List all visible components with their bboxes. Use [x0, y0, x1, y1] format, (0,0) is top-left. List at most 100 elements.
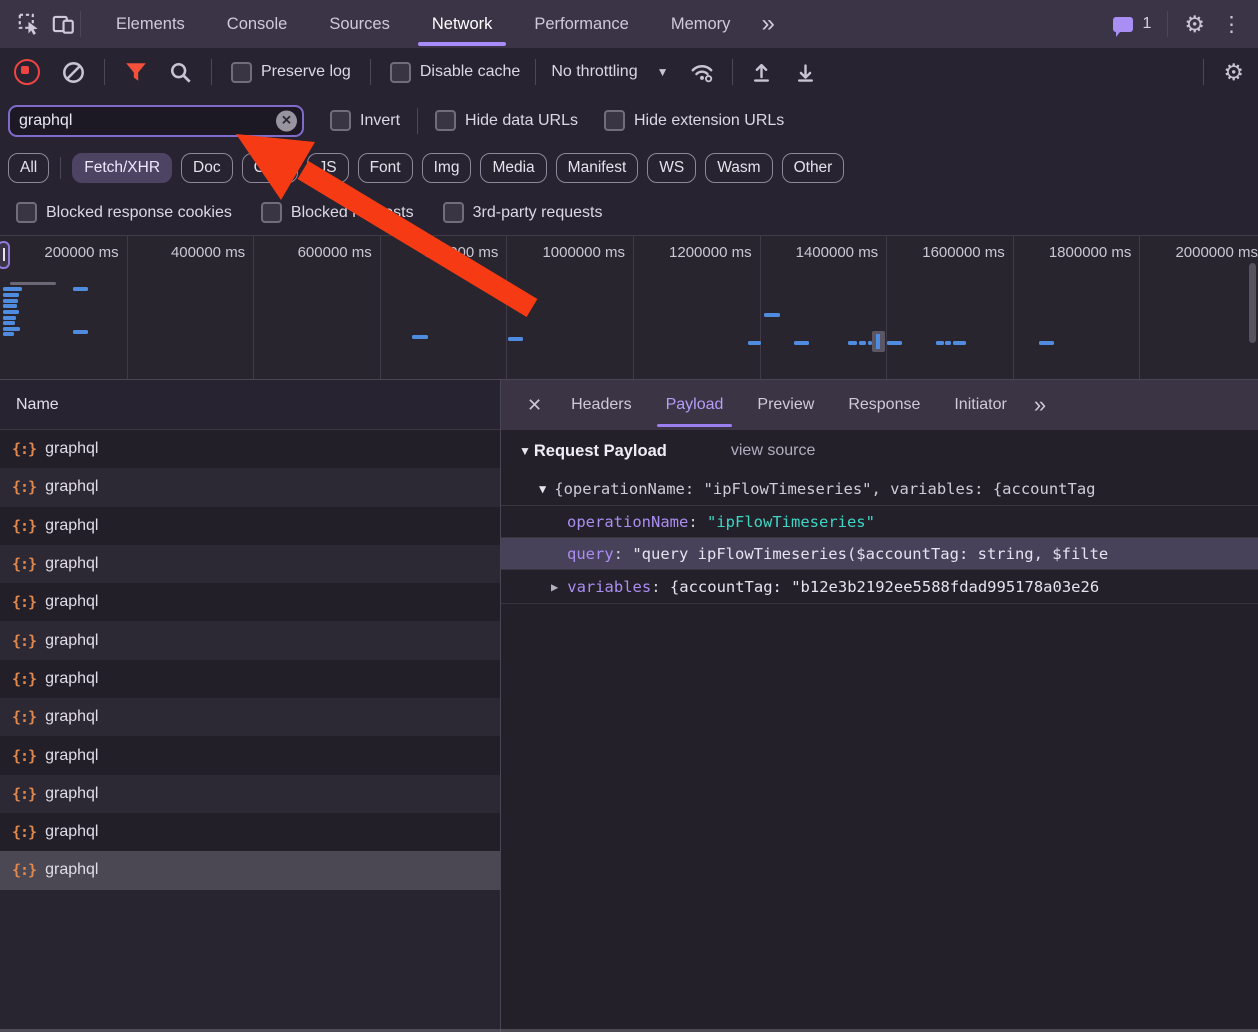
- timeline-request-bar: [3, 310, 19, 314]
- payload-row-variables[interactable]: ▶ variables: {accountTag: "b12e3b2192ee5…: [501, 570, 1258, 604]
- request-row-graphql[interactable]: {:} graphql: [0, 506, 500, 545]
- chip-manifest[interactable]: Manifest: [555, 152, 639, 183]
- clear-filter-icon[interactable]: ✕: [276, 110, 297, 131]
- filter-input-value: graphql: [19, 111, 73, 129]
- detail-tab-response[interactable]: Response: [831, 380, 937, 430]
- chip-other[interactable]: Other: [781, 152, 845, 183]
- 3rd-party-requests-control[interactable]: 3rd-party requests: [442, 202, 602, 223]
- json-request-icon: {:}: [12, 746, 37, 765]
- tab-elements[interactable]: Elements: [95, 0, 206, 48]
- request-row-graphql[interactable]: {:} graphql: [0, 736, 500, 775]
- kebab-menu-icon[interactable]: ⋮: [1221, 12, 1242, 37]
- checkbox[interactable]: [16, 202, 37, 223]
- more-panels-icon[interactable]: »: [751, 0, 784, 48]
- request-row-graphql[interactable]: {:} graphql: [0, 774, 500, 813]
- tab-network[interactable]: Network: [411, 0, 514, 48]
- disable-cache-label: Disable cache: [419, 63, 521, 80]
- network-conditions-icon[interactable]: [689, 61, 715, 83]
- blocked-requests-control[interactable]: Blocked requests: [260, 202, 414, 223]
- settings-gear-icon[interactable]: ⚙: [1184, 12, 1205, 36]
- request-row-graphql[interactable]: {:} graphql: [0, 659, 500, 699]
- chip-all[interactable]: All: [8, 152, 50, 183]
- throttling-select[interactable]: No throttling ▼: [551, 63, 668, 81]
- timeline-request-bar: [3, 299, 18, 303]
- payload-row-query[interactable]: query: "query ipFlowTimeseries($accountT…: [501, 537, 1258, 570]
- invert-control[interactable]: Invert: [330, 110, 400, 131]
- network-overview-timeline[interactable]: 200000 ms 400000 ms 600000 ms 800000 ms 1000…: [0, 235, 1258, 380]
- chip-media[interactable]: Media: [480, 152, 547, 183]
- timeline-request-bar: [748, 341, 761, 345]
- request-row-graphql[interactable]: {:} graphql: [0, 583, 500, 622]
- tab-sources[interactable]: Sources: [308, 0, 411, 48]
- expand-triangle-icon[interactable]: ▶: [551, 580, 558, 594]
- timeline-request-bar: [859, 341, 866, 345]
- more-detail-tabs-icon[interactable]: »: [1024, 380, 1056, 430]
- tab-performance[interactable]: Performance: [513, 0, 649, 48]
- invert-checkbox[interactable]: [330, 110, 351, 131]
- hide-extension-urls-control[interactable]: Hide extension URLs: [603, 110, 784, 131]
- chip-wasm[interactable]: Wasm: [705, 152, 773, 183]
- chip-js[interactable]: JS: [306, 152, 349, 183]
- filter-input[interactable]: graphql ✕: [8, 104, 304, 137]
- chip-font[interactable]: Font: [357, 152, 413, 183]
- request-row-graphql[interactable]: {:} graphql: [0, 698, 500, 737]
- hide-data-urls-checkbox[interactable]: [435, 110, 457, 131]
- detail-tab-payload[interactable]: Payload: [649, 380, 741, 430]
- request-row-graphql[interactable]: {:} graphql: [0, 544, 500, 584]
- json-value: "query ipFlowTimeseries($accountTag: str…: [632, 544, 1109, 563]
- chip-css[interactable]: CSS: [241, 152, 298, 183]
- disable-cache-checkbox[interactable]: [389, 61, 411, 83]
- clear-button[interactable]: [62, 61, 85, 84]
- device-toolbar-icon[interactable]: [46, 7, 80, 41]
- timeline-scrollbar-thumb[interactable]: [1249, 263, 1256, 343]
- hide-data-urls-control[interactable]: Hide data URLs: [435, 110, 578, 131]
- request-row-graphql[interactable]: {:} graphql: [0, 430, 500, 469]
- request-name: graphql: [45, 516, 99, 534]
- timeline-grid-line: [253, 236, 255, 379]
- json-value: {accountTag: "b12e3b2192ee5588fdad995178…: [669, 577, 1100, 596]
- inspect-element-icon[interactable]: [12, 7, 46, 41]
- tab-console[interactable]: Console: [206, 0, 309, 48]
- request-row-graphql[interactable]: {:} graphql: [0, 812, 500, 852]
- request-name: graphql: [45, 823, 99, 841]
- name-column-header[interactable]: Name: [0, 380, 500, 430]
- import-har-icon[interactable]: [750, 61, 773, 84]
- close-detail-icon[interactable]: ✕: [515, 395, 554, 416]
- blocked-response-cookies-control[interactable]: Blocked response cookies: [16, 202, 232, 223]
- detail-tab-initiator[interactable]: Initiator: [937, 380, 1023, 430]
- hide-extension-urls-checkbox[interactable]: [603, 110, 625, 131]
- record-button[interactable]: [14, 59, 40, 85]
- export-har-icon[interactable]: [794, 61, 817, 84]
- disable-cache-control[interactable]: Disable cache: [389, 61, 521, 83]
- json-request-icon: {:}: [12, 593, 37, 612]
- payload-summary-row[interactable]: ▼ {operationName: "ipFlowTimeseries", va…: [501, 472, 1258, 505]
- timeline-resize-handle[interactable]: [0, 241, 10, 269]
- filter-toggle-icon[interactable]: [124, 61, 148, 83]
- collapse-triangle-icon[interactable]: ▼: [539, 482, 546, 496]
- preserve-log-checkbox[interactable]: [231, 61, 252, 83]
- tab-memory[interactable]: Memory: [650, 0, 752, 48]
- request-row-graphql[interactable]: {:} graphql: [0, 621, 500, 660]
- search-icon[interactable]: [169, 61, 192, 84]
- json-request-icon: {:}: [12, 823, 37, 842]
- preserve-log-label: Preserve log: [261, 63, 351, 80]
- payload-row-operation-name[interactable]: operationName: "ipFlowTimeseries": [501, 505, 1258, 537]
- detail-tab-headers[interactable]: Headers: [554, 380, 648, 430]
- request-row-graphql[interactable]: {:} graphql: [0, 851, 500, 890]
- chip-ws[interactable]: WS: [647, 152, 697, 183]
- view-source-link[interactable]: view source: [731, 442, 815, 460]
- resource-type-chips: All Fetch/XHR Doc CSS JS Font Img Media Manifest…: [0, 145, 1258, 190]
- detail-tab-preview[interactable]: Preview: [740, 380, 831, 430]
- chip-fetch-xhr[interactable]: Fetch/XHR: [72, 152, 173, 183]
- chip-doc[interactable]: Doc: [181, 152, 233, 183]
- chip-img[interactable]: Img: [421, 152, 472, 183]
- timeline-request-bar: [3, 293, 19, 297]
- request-row-graphql[interactable]: {:} graphql: [0, 468, 500, 507]
- checkbox[interactable]: [442, 202, 464, 223]
- network-settings-gear-icon[interactable]: ⚙: [1223, 60, 1244, 84]
- collapse-triangle-icon[interactable]: ▼: [519, 444, 531, 458]
- preserve-log-control[interactable]: Preserve log: [231, 61, 351, 83]
- json-request-icon: {:}: [12, 440, 37, 459]
- checkbox[interactable]: [260, 202, 282, 223]
- issues-button[interactable]: 1: [1113, 15, 1151, 37]
